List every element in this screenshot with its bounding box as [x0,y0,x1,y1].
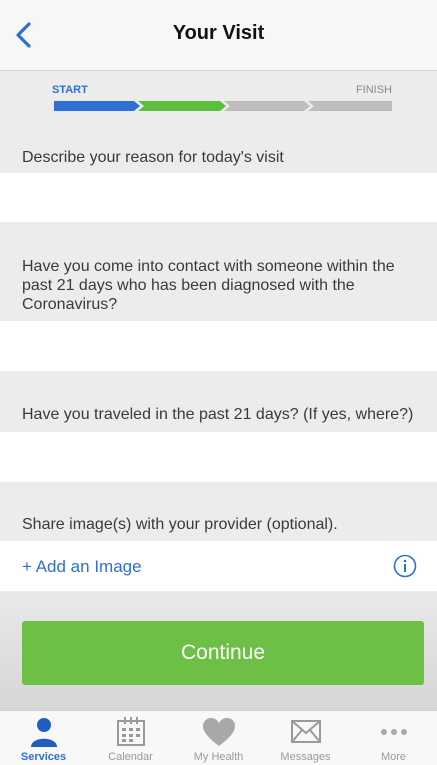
heart-icon [203,718,235,746]
tab-messages[interactable]: Messages [262,711,349,765]
tab-bar: Services Calendar My Health Messages Mor… [0,710,437,765]
progress-finish-label: FINISH [355,84,392,96]
tab-my-health[interactable]: My Health [175,711,262,765]
progress-step-2 [138,101,226,111]
progress-indicator: START FINISH [0,71,437,131]
question-reason-text: Describe your reason for today's visit [22,149,284,166]
question-contact-block: Have you come into contact with someone … [0,222,437,321]
more-dots-icon [381,729,407,735]
progress-bar [54,101,392,111]
tab-services[interactable]: Services [0,711,87,765]
tab-my-health-label: My Health [193,751,244,763]
add-image-link[interactable]: + Add an Image [22,557,142,577]
tab-messages-label: Messages [280,751,331,763]
question-reason-block: Describe your reason for today's visit [0,131,437,173]
contact-input[interactable] [0,321,437,371]
progress-step-4 [308,101,392,111]
answer-travel-field[interactable] [0,432,437,482]
calendar-icon [117,717,145,746]
answer-contact-field[interactable] [0,321,437,371]
tab-more[interactable]: More [350,711,437,765]
question-travel-text: Have you traveled in the past 21 days? (… [22,406,414,423]
tab-more-label: More [380,751,407,763]
share-images-block: Share image(s) with your provider (optio… [0,482,437,541]
progress-step-1 [54,101,140,111]
answer-reason-field[interactable] [0,173,437,222]
info-icon[interactable] [393,554,417,578]
tab-calendar[interactable]: Calendar [87,711,174,765]
progress-step-3 [224,101,310,111]
tab-calendar-label: Calendar [108,751,153,763]
share-images-text: Share image(s) with your provider (optio… [22,516,338,533]
person-icon [31,718,57,747]
envelope-icon [291,720,321,743]
page-title: Your Visit [172,22,265,44]
question-travel-block: Have you traveled in the past 21 days? (… [0,371,437,432]
continue-button[interactable]: Continue [22,621,424,685]
travel-input[interactable] [0,432,437,482]
add-image-row: + Add an Image [0,541,437,591]
progress-start-label: START [52,84,88,96]
navigation-header: Your Visit [0,0,437,71]
tab-services-label: Services [20,751,67,763]
question-contact-text: Have you come into contact with someone … [22,258,395,313]
reason-input[interactable] [0,173,437,222]
